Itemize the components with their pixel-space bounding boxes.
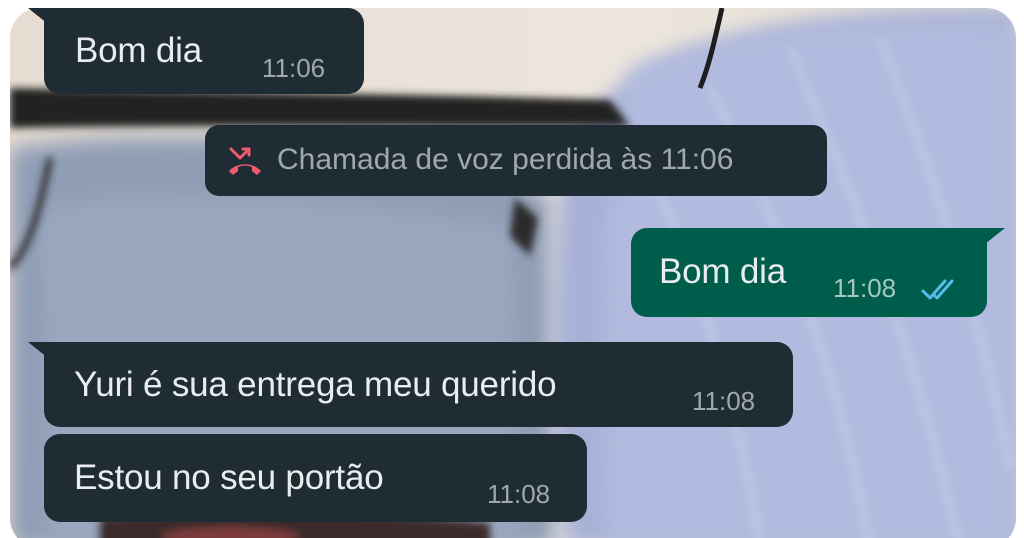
outgoing-bubble-tail — [975, 228, 1005, 252]
message-incoming[interactable]: Bom dia 11:06 — [44, 8, 364, 94]
message-text: Bom dia — [75, 31, 202, 70]
message-outgoing[interactable]: Bom dia 11:08 — [631, 228, 987, 317]
message-time: 11:08 — [487, 479, 551, 509]
message-text: Yuri é sua entrega meu querido — [74, 365, 557, 404]
missed-voice-call-icon — [229, 147, 261, 175]
chat-screen: Bom dia 11:06 Chamada de voz perdida às … — [0, 0, 1024, 538]
double-check-read-icon — [921, 279, 954, 300]
missed-call-notice[interactable]: Chamada de voz perdida às 11:06 — [205, 125, 827, 196]
message-incoming[interactable]: Yuri é sua entrega meu querido 11:08 — [44, 342, 793, 427]
message-incoming[interactable]: Estou no seu portão 11:08 — [44, 434, 587, 522]
message-time: 11:08 — [833, 273, 897, 303]
message-text: Estou no seu portão — [74, 458, 384, 497]
missed-call-text: Chamada de voz perdida às 11:06 — [277, 143, 734, 176]
message-text: Bom dia — [659, 252, 786, 291]
message-time: 11:08 — [692, 386, 756, 416]
message-time: 11:06 — [262, 53, 326, 83]
